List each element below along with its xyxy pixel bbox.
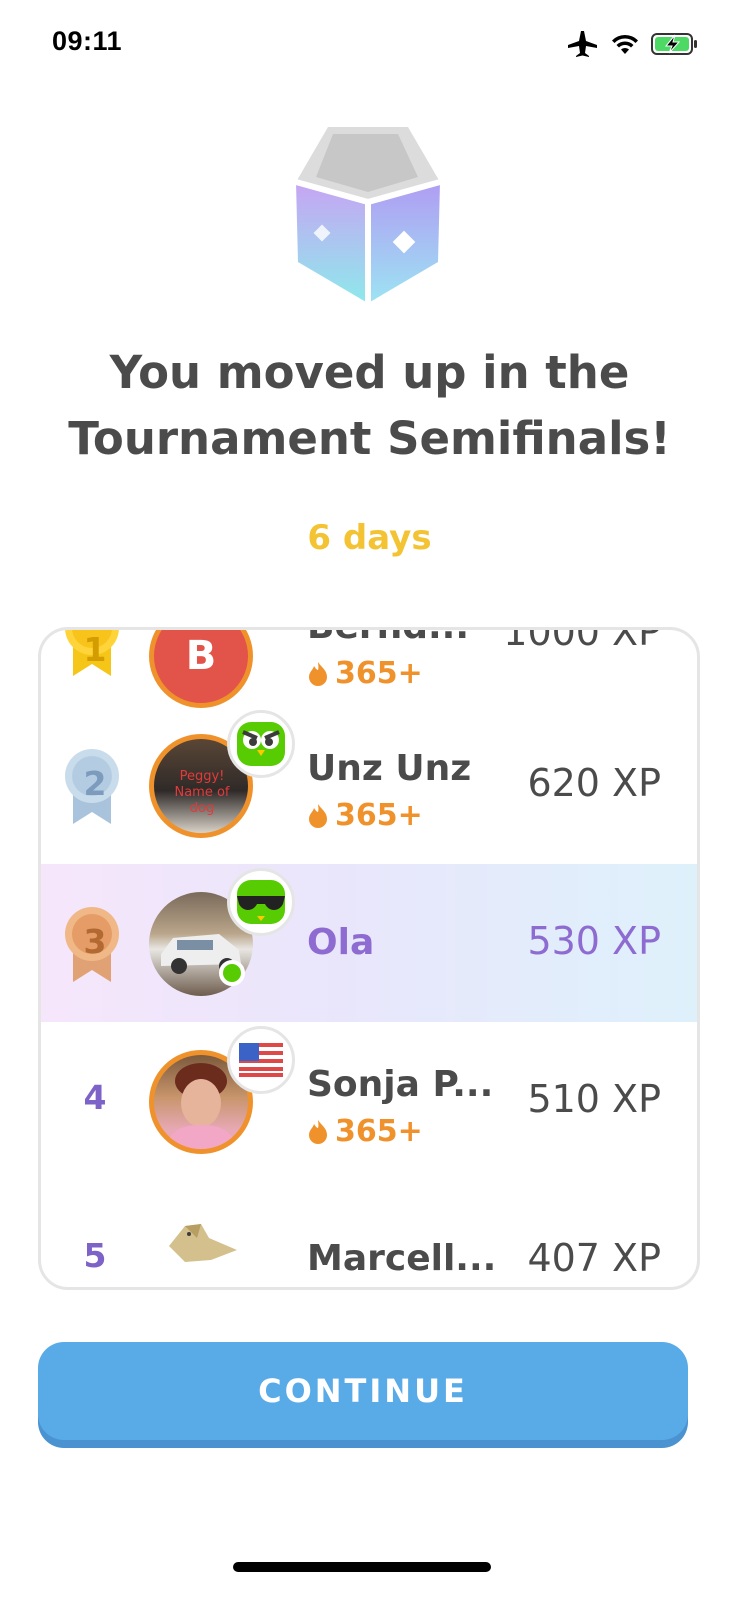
headline-line-2: Tournament Semifinals!	[68, 412, 671, 465]
home-indicator[interactable]	[233, 1562, 491, 1572]
user-name: Marcell...	[307, 1238, 497, 1279]
duo-owl-sunglasses-icon	[237, 880, 285, 924]
xp-value: 1000 XP	[503, 627, 661, 654]
flag-badge	[227, 1026, 295, 1094]
battery-charging-icon	[651, 33, 697, 55]
leaderboard-row[interactable]: 5 Marcell... 407 XP	[41, 1180, 697, 1287]
avatar-letter: B	[185, 633, 217, 679]
promotion-headline: You moved up in the Tournament Semifinal…	[0, 340, 739, 472]
leaderboard[interactable]: 1 B Bernd... 365+ 1000 XP 2 Peggy! Name …	[38, 627, 700, 1290]
airplane-icon	[568, 31, 597, 57]
rank-number: 4	[83, 1078, 107, 1117]
rank-number: 1	[83, 630, 107, 669]
flame-icon	[309, 661, 327, 686]
user-name: Ola	[307, 922, 375, 963]
leaderboard-row[interactable]: 4 Sonja P... 365+ 510 XP	[41, 1022, 697, 1180]
xp-value: 407 XP	[527, 1236, 661, 1280]
leaderboard-row-current-user[interactable]: 3 Ola 530 XP	[41, 864, 697, 1022]
status-bar: 09:11	[0, 0, 739, 90]
duo-owl-sunglasses-badge	[227, 868, 295, 936]
user-name: Bernd...	[307, 630, 469, 647]
avatar-photo-caption: Peggy! Name of dog	[174, 769, 230, 816]
leaderboard-row[interactable]: 2 Peggy! Name of dog Unz Unz 365+ 620 XP	[41, 706, 697, 864]
time-remaining: 6 days	[307, 518, 432, 558]
rank-number: 2	[83, 764, 107, 803]
league-trophy-icon	[288, 122, 448, 312]
user-name: Unz Unz	[307, 748, 472, 789]
streak-count: 365+	[335, 798, 423, 833]
xp-value: 510 XP	[527, 1077, 661, 1121]
streak: 365+	[307, 798, 423, 833]
us-flag-icon	[239, 1043, 283, 1077]
continue-button[interactable]: CONTINUE	[38, 1342, 688, 1440]
xp-value: 620 XP	[527, 761, 661, 805]
streak: 365+	[307, 1114, 423, 1149]
duo-owl-icon	[237, 722, 285, 766]
online-indicator	[219, 960, 245, 986]
streak-count: 365+	[335, 1114, 423, 1149]
status-time: 09:11	[52, 26, 123, 56]
status-icons	[567, 30, 699, 58]
streak: 365+	[307, 656, 423, 691]
xp-value: 530 XP	[527, 919, 661, 963]
headline-line-1: You moved up in the	[109, 346, 630, 399]
rank-number: 3	[83, 922, 107, 961]
duo-owl-badge	[227, 710, 295, 778]
wifi-icon	[612, 34, 638, 54]
flame-icon	[309, 803, 327, 828]
avatar[interactable]: B	[149, 630, 253, 708]
rank-number: 5	[83, 1236, 107, 1275]
streak-count: 365+	[335, 656, 423, 691]
flame-icon	[309, 1119, 327, 1144]
bird-figurine-avatar[interactable]	[163, 1216, 243, 1276]
user-name: Sonja P...	[307, 1064, 494, 1105]
